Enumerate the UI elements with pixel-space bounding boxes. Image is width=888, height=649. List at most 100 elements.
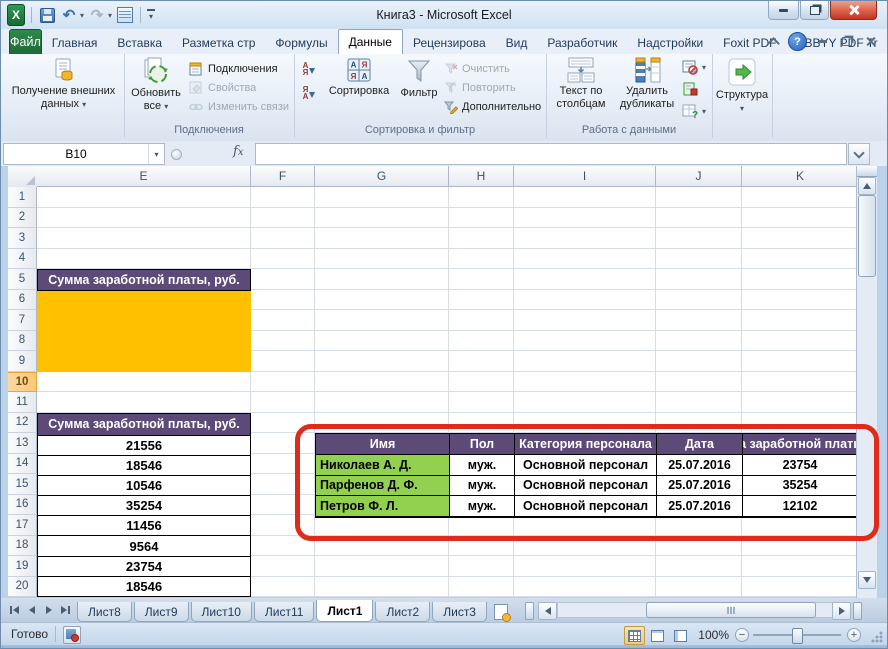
page-break-view-button[interactable] (670, 626, 691, 645)
cell-F7[interactable] (251, 310, 315, 331)
cell-I5[interactable] (514, 269, 656, 290)
personnel-cell-r1c4[interactable]: 25.07.2016 (657, 455, 743, 476)
row-header-13[interactable]: 13 (8, 433, 37, 454)
row-header-11[interactable]: 11 (8, 392, 37, 413)
cell-H4[interactable] (449, 248, 514, 269)
cell-E1[interactable] (37, 187, 251, 208)
row-header-4[interactable]: 4 (8, 248, 37, 269)
row-header-10[interactable]: 10 (8, 371, 37, 392)
cell-F13[interactable] (251, 433, 315, 454)
cell-G12[interactable] (315, 412, 449, 433)
cell-e5-salary-header[interactable]: Сумма заработной платы, руб. (37, 269, 251, 291)
scroll-up-button[interactable] (858, 177, 876, 195)
cell-K12[interactable] (742, 412, 859, 433)
undo-dropdown[interactable]: ▾ (80, 11, 84, 20)
cell-E10[interactable] (37, 371, 251, 392)
cell-F16[interactable] (251, 494, 315, 515)
cell-H20[interactable] (449, 576, 514, 597)
minimize-button[interactable] (768, 1, 799, 20)
save-button[interactable] (38, 6, 56, 24)
cell-K11[interactable] (742, 392, 859, 413)
cell-G5[interactable] (315, 269, 449, 290)
zoom-out-button[interactable]: − (735, 628, 749, 642)
row-header-12[interactable]: 12 (8, 412, 37, 433)
cell-J3[interactable] (656, 228, 742, 249)
cell-J20[interactable] (656, 576, 742, 597)
row-header-18[interactable]: 18 (8, 535, 37, 556)
cell-J11[interactable] (656, 392, 742, 413)
cell-G19[interactable] (315, 556, 449, 577)
cell-H10[interactable] (449, 371, 514, 392)
cell-E2[interactable] (37, 207, 251, 228)
ribbon-tab-Вид[interactable]: Вид (496, 32, 538, 54)
sort-button[interactable]: А Я Я А Сортировка (324, 57, 394, 98)
cell-e18[interactable]: 9564 (38, 535, 250, 555)
excel-logo-icon[interactable]: X (7, 4, 25, 26)
row-header-19[interactable]: 19 (8, 556, 37, 577)
cell-F4[interactable] (251, 248, 315, 269)
workbook-close-button[interactable] (863, 35, 879, 49)
consolidate-button[interactable] (682, 80, 698, 98)
cell-F9[interactable] (251, 351, 315, 372)
cell-I9[interactable] (514, 351, 656, 372)
workbook-restore-button[interactable] (839, 35, 855, 49)
personnel-header-4[interactable]: Дата (657, 434, 743, 455)
redo-dropdown[interactable]: ▾ (108, 11, 112, 20)
ribbon-tab-Формулы[interactable]: Формулы (265, 32, 337, 54)
cell-G20[interactable] (315, 576, 449, 597)
row-header-14[interactable]: 14 (8, 453, 37, 474)
cell-H19[interactable] (449, 556, 514, 577)
cell-I20[interactable] (514, 576, 656, 597)
connections-button[interactable]: Подключения (188, 60, 278, 78)
cell-K20[interactable] (742, 576, 859, 597)
page-layout-view-button[interactable] (647, 626, 668, 645)
name-box[interactable]: B10 ▾ (3, 143, 165, 165)
personnel-cell-r2c2[interactable]: муж. (450, 475, 515, 497)
cell-H8[interactable] (449, 330, 514, 351)
datasheet-view-button[interactable] (116, 6, 134, 24)
sort-za-button[interactable]: ЯА (297, 82, 321, 103)
cell-F3[interactable] (251, 228, 315, 249)
sheet-tab-Лист8[interactable]: Лист8 (77, 602, 132, 622)
cell-E4[interactable] (37, 248, 251, 269)
cell-H5[interactable] (449, 269, 514, 290)
cell-F6[interactable] (251, 289, 315, 310)
minimize-ribbon-icon[interactable] (766, 35, 780, 49)
row-header-6[interactable]: 6 (8, 289, 37, 310)
row-header-20[interactable]: 20 (8, 576, 37, 597)
cell-H7[interactable] (449, 310, 514, 331)
undo-button[interactable]: ↶ (60, 6, 78, 24)
cell-I4[interactable] (514, 248, 656, 269)
data-validation-button[interactable]: ▾ (682, 58, 706, 76)
cell-K7[interactable] (742, 310, 859, 331)
personnel-cell-r2c3[interactable]: Основной персонал (515, 475, 657, 497)
cell-e17[interactable]: 11456 (38, 515, 250, 535)
cell-e19[interactable]: 23754 (38, 555, 250, 576)
text-to-columns-button[interactable]: Текст по столбцам (548, 57, 614, 111)
cell-H18[interactable] (449, 535, 514, 556)
column-header-H[interactable]: H (449, 166, 514, 187)
refresh-all-button[interactable]: Обновить все ▾ (128, 57, 184, 113)
row-header-17[interactable]: 17 (8, 515, 37, 536)
cell-F15[interactable] (251, 474, 315, 495)
insert-function-icon[interactable]: fx (233, 144, 243, 159)
cell-E11[interactable] (37, 392, 251, 413)
cell-G4[interactable] (315, 248, 449, 269)
formula-bar-handle[interactable] (171, 149, 182, 160)
personnel-cell-r2c1[interactable]: Парфенов Д. Ф. (316, 475, 450, 497)
vertical-scrollbar[interactable] (856, 166, 877, 598)
cell-F14[interactable] (251, 453, 315, 474)
expand-formula-bar-button[interactable] (848, 143, 870, 165)
ribbon-tab-Вставка[interactable]: Вставка (107, 32, 172, 54)
cell-F8[interactable] (251, 330, 315, 351)
cell-K3[interactable] (742, 228, 859, 249)
cell-J19[interactable] (656, 556, 742, 577)
cell-I18[interactable] (514, 535, 656, 556)
previous-sheet-button[interactable] (24, 602, 39, 618)
cell-K6[interactable] (742, 289, 859, 310)
column-header-K[interactable]: K (742, 166, 859, 187)
column-header-G[interactable]: G (315, 166, 449, 187)
next-sheet-button[interactable] (41, 602, 56, 618)
row-header-1[interactable]: 1 (8, 187, 37, 208)
cell-G9[interactable] (315, 351, 449, 372)
